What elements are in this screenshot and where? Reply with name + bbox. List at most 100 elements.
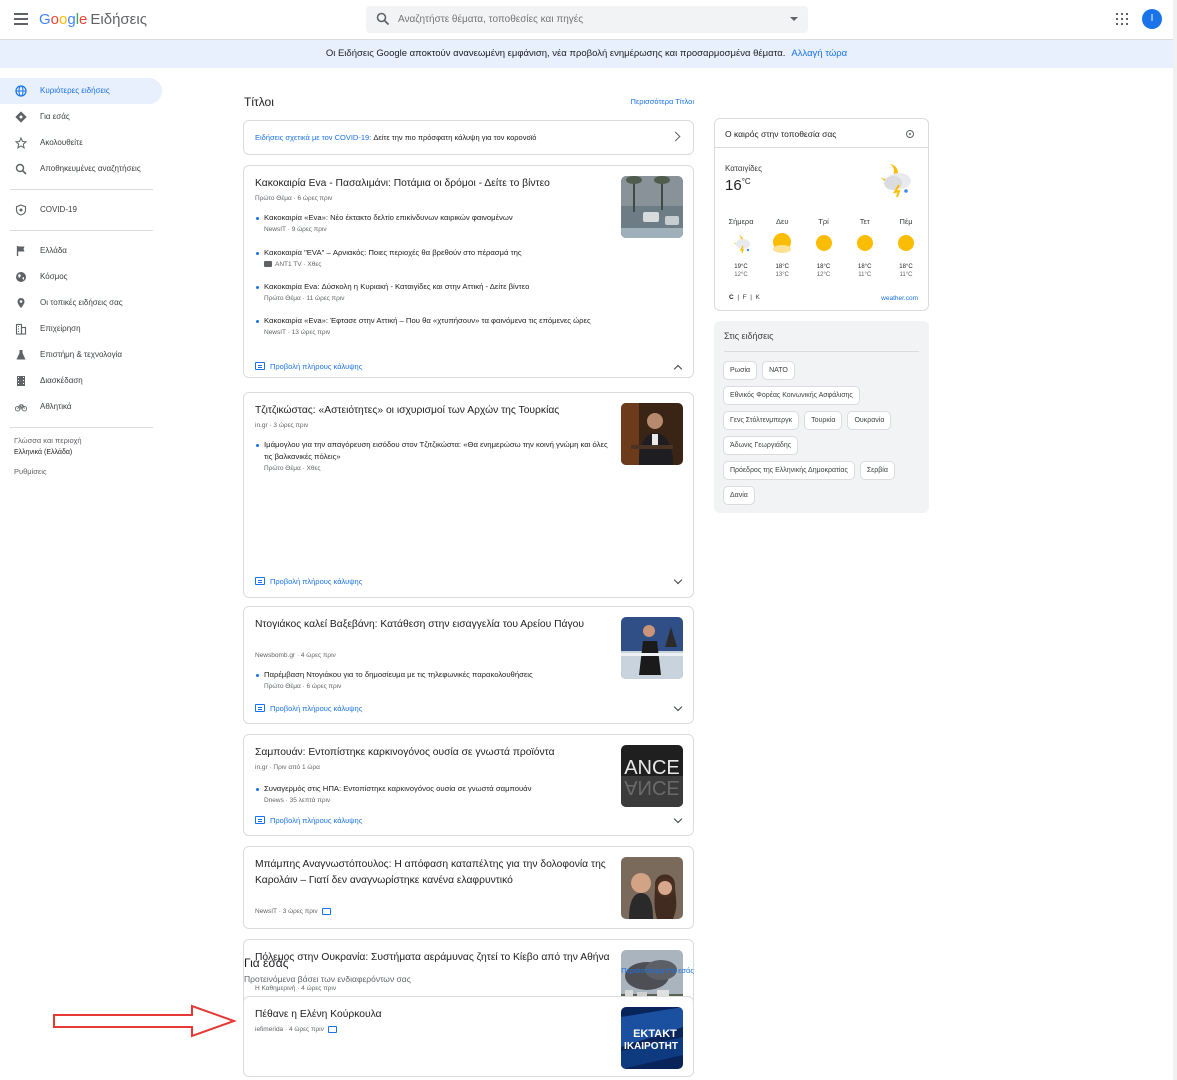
expand-chevron-icon[interactable] bbox=[673, 575, 683, 585]
full-coverage-link[interactable]: Προβολή πλήρους κάλυψης bbox=[255, 577, 362, 586]
sidebar-item-world[interactable]: Κόσμος bbox=[0, 264, 165, 290]
topic-chip[interactable]: Γενς Στόλτενμπεργκ bbox=[723, 411, 800, 430]
story-thumbnail[interactable]: ANCE ANCE bbox=[621, 745, 683, 807]
sub-story-title[interactable]: Κακοκαιρία Eva: Δύσκολη η Κυριακή - Κατα… bbox=[255, 281, 615, 293]
globe-icon bbox=[15, 85, 27, 97]
unit-celsius[interactable]: C bbox=[729, 294, 734, 301]
sidebar-item-business[interactable]: Επιχείρηση bbox=[0, 316, 165, 342]
topic-chip[interactable]: Εθνικός Φορέας Κοινωνικής Ασφάλισης bbox=[723, 386, 860, 405]
sidebar-item-label: Επιστήμη & τεχνολογία bbox=[40, 350, 122, 359]
sub-story-meta: Πρώτο Θέμα · 11 ώρες πριν bbox=[264, 295, 345, 302]
sidebar-item-local-news[interactable]: Οι τοπικές ειδήσεις σας bbox=[0, 290, 165, 316]
sub-story-title[interactable]: Παρέμβαση Ντογιάκου για το δημοσίευμα με… bbox=[255, 669, 615, 681]
topic-chip[interactable]: Τουρκία bbox=[804, 411, 843, 430]
story-meta: Newsbomb.gr · 4 ώρες πριν bbox=[255, 652, 336, 659]
sidebar-item-sports[interactable]: Αθλητικά bbox=[0, 394, 165, 420]
sub-story-title[interactable]: Κακοκαιρία «Eva»: Έφτασε στην Αττική – Π… bbox=[255, 315, 615, 327]
youtube-icon bbox=[264, 261, 272, 268]
sub-story-meta: Dnews · 35 λεπτά πριν bbox=[264, 797, 331, 804]
search-icon[interactable] bbox=[376, 12, 390, 26]
sub-story: Κακοκαιρία «Eva»: Νέο έκτακτο δελτίο επι… bbox=[255, 212, 615, 235]
sub-story: Κακοκαιρία «Eva»: Έφτασε στην Αττική – Π… bbox=[255, 315, 615, 338]
sidebar-item-entertainment[interactable]: Διασκέδαση bbox=[0, 368, 165, 394]
for-you-header: Για εσάς Προτεινόμενα βάσει των ενδιαφερ… bbox=[243, 954, 694, 990]
banner-change-link[interactable]: Αλλαγή τώρα bbox=[791, 48, 847, 59]
sidebar-item-top-stories[interactable]: Κυριότερες ειδήσεις bbox=[0, 78, 162, 104]
more-for-you-link[interactable]: Περισσότερα Για εσάς bbox=[621, 966, 694, 975]
search-options-dropdown-icon[interactable] bbox=[790, 17, 798, 21]
sidebar-item-label: Για εσάς bbox=[40, 112, 70, 121]
more-headlines-link[interactable]: Περισσότερα Τίτλοι bbox=[630, 97, 694, 106]
topic-chip[interactable]: ΝΑΤΟ bbox=[762, 361, 795, 380]
story-thumbnail[interactable] bbox=[621, 403, 683, 465]
story-title[interactable]: Ντογιάκος καλεί Βαξεβάνη: Κατάθεση στην … bbox=[255, 617, 615, 633]
scrollbar[interactable] bbox=[1173, 0, 1177, 1080]
weather-source-link[interactable]: weather.com bbox=[881, 295, 918, 302]
temperature-units: C | F | K bbox=[729, 294, 760, 301]
covid-link[interactable]: Ειδήσεις σχετικά με τον COVID-19: bbox=[255, 133, 371, 142]
full-coverage-link[interactable]: Προβολή πλήρους κάλυψης bbox=[255, 704, 362, 713]
story-card: Πέθανε η Ελένη Κούρκουλα iefimerida · 4 … bbox=[243, 996, 694, 1077]
annotation-arrow-icon bbox=[53, 1004, 237, 1038]
sidebar-item-following[interactable]: Ακολουθείτε bbox=[0, 130, 165, 156]
section-title: Για εσάς bbox=[244, 956, 289, 970]
topic-chip[interactable]: Πρόεδρος της Ελληνικής Δημοκρατίας bbox=[723, 461, 855, 480]
sidebar-item-science-tech[interactable]: Επιστήμη & τεχνολογία bbox=[0, 342, 165, 368]
topic-chip[interactable]: Δανία bbox=[723, 486, 755, 505]
topic-chip[interactable]: Άδωνις Γεωργιάδης bbox=[723, 436, 799, 455]
expand-chevron-icon[interactable] bbox=[673, 702, 683, 712]
story-thumbnail[interactable] bbox=[621, 857, 683, 919]
expand-chevron-icon[interactable] bbox=[673, 814, 683, 824]
location-icon[interactable] bbox=[906, 130, 914, 138]
sidebar-item-covid[interactable]: COVID-19 bbox=[0, 197, 165, 223]
sidebar-item-for-you[interactable]: Για εσάς bbox=[0, 104, 165, 130]
full-coverage-link[interactable]: Προβολή πλήρους κάλυψης bbox=[255, 362, 362, 371]
star-icon bbox=[15, 137, 27, 149]
sub-story-title[interactable]: Κακοκαιρία «Eva»: Νέο έκτακτο δελτίο επι… bbox=[255, 212, 615, 224]
story-thumbnail[interactable] bbox=[621, 617, 683, 679]
story-thumbnail[interactable]: ΕΚΤΑΚΤ ΙΚΑΙΡΟΤΗΤ bbox=[621, 1007, 683, 1069]
weather-card: Ο καιρός στην τοποθεσία σας Καταιγίδες 1… bbox=[714, 118, 929, 311]
sidebar-item-saved-searches[interactable]: Αποθηκευμένες αναζητήσεις bbox=[0, 156, 165, 182]
story-thumbnail[interactable] bbox=[621, 176, 683, 238]
unit-kelvin[interactable]: K bbox=[756, 294, 760, 301]
svg-text:ANCE: ANCE bbox=[624, 757, 680, 779]
unit-fahrenheit[interactable]: F bbox=[743, 294, 747, 301]
sub-story-title[interactable]: Κακοκαιρία "EVA" – Αρνιακός: Ποιες περιο… bbox=[255, 247, 615, 259]
story-title[interactable]: Τζιτζικώστας: «Αστειότητες» οι ισχυρισμο… bbox=[255, 403, 615, 419]
collapse-chevron-icon[interactable] bbox=[673, 364, 683, 374]
sidebar-item-label: Διασκέδαση bbox=[40, 376, 83, 385]
story-title[interactable]: Σαμπουάν: Εντοπίστηκε καρκινογόνος ουσία… bbox=[255, 745, 615, 761]
language-region-link[interactable]: Γλώσσα και περιοχή Ελληνικά (Ελλάδα) bbox=[0, 435, 165, 458]
forecast-day: Δευ 18°C 13°C bbox=[763, 217, 801, 279]
settings-link[interactable]: Ρυθμίσεις bbox=[0, 466, 165, 477]
covid-card[interactable]: Ειδήσεις σχετικά με τον COVID-19: Δείτε … bbox=[243, 120, 694, 155]
account-avatar[interactable]: I bbox=[1142, 9, 1162, 29]
story-title[interactable]: Κακοκαιρία Eva - Πασαλιμάνι: Ποτάμια οι … bbox=[255, 176, 615, 192]
in-the-news-card: Στις ειδήσεις Ρωσία ΝΑΤΟ Εθνικός Φορέας … bbox=[714, 321, 929, 513]
topic-chip[interactable]: Ουκρανία bbox=[847, 411, 892, 430]
google-news-logo[interactable]: Google Ειδήσεις bbox=[39, 11, 147, 28]
topic-chip[interactable]: Ρωσία bbox=[723, 361, 758, 380]
story-title[interactable]: Μπάμπης Αναγνωστόπουλος: Η απόφαση καταπ… bbox=[255, 857, 615, 888]
sidebar-item-label: COVID-19 bbox=[40, 205, 77, 214]
sub-story-title[interactable]: Ιμάμογλου για την απαγόρευση εισόδου στο… bbox=[255, 439, 615, 463]
story-meta: iefimerida · 4 ώρες πριν bbox=[255, 1025, 337, 1035]
section-title: Τίτλοι bbox=[244, 95, 274, 109]
full-coverage-link[interactable]: Προβολή πλήρους κάλυψης bbox=[255, 816, 362, 825]
top-bar: GoogleΕιδήσεις I bbox=[0, 0, 1173, 40]
apps-grid-icon[interactable] bbox=[1116, 13, 1128, 25]
menu-icon[interactable] bbox=[14, 13, 28, 25]
full-coverage-icon[interactable] bbox=[327, 1025, 337, 1033]
shield-icon bbox=[15, 204, 27, 216]
weather-condition: Καταιγίδες bbox=[725, 164, 762, 173]
search-input[interactable] bbox=[398, 6, 778, 33]
topic-chip[interactable]: Σερβία bbox=[859, 461, 895, 480]
sun-icon bbox=[898, 235, 914, 251]
story-card: Ντογιάκος καλεί Βαξεβάνη: Κατάθεση στην … bbox=[243, 606, 694, 724]
full-coverage-icon[interactable] bbox=[321, 907, 331, 915]
sub-story-title[interactable]: Συναγερμός στις ΗΠΑ: Εντοπίστηκε καρκινο… bbox=[255, 783, 615, 795]
sub-story-meta: Πρώτο Θέμα · 6 ώρες πριν bbox=[264, 683, 342, 690]
sidebar-item-greece[interactable]: Ελλάδα bbox=[0, 238, 165, 264]
story-title[interactable]: Πέθανε η Ελένη Κούρκουλα bbox=[255, 1007, 615, 1023]
